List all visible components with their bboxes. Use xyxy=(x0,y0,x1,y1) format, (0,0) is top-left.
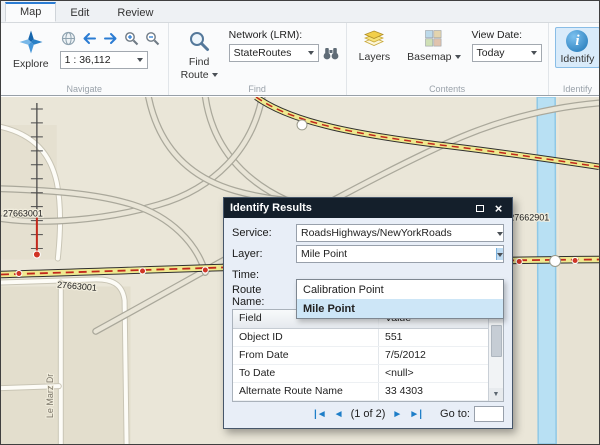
attributes-table: Field Value Object ID 551 From Date 7/5/… xyxy=(232,309,504,402)
table-row[interactable]: Object ID 551 xyxy=(233,329,488,347)
forward-arrow-icon[interactable] xyxy=(102,29,120,47)
identify-icon: i xyxy=(566,30,588,52)
page-indicator: (1 of 2) xyxy=(351,408,386,420)
identify-button[interactable]: i Identify xyxy=(555,27,600,68)
ribbon-group-identify: i Identify Identify xyxy=(549,23,600,95)
network-lrm-value: StateRoutes xyxy=(234,47,292,59)
route-name-label: Route Name: xyxy=(232,284,296,308)
back-arrow-icon[interactable] xyxy=(81,29,99,47)
tab-edit[interactable]: Edit xyxy=(56,3,103,22)
ribbon: Explore xyxy=(1,23,599,96)
layers-label: Layers xyxy=(359,51,391,63)
group-label-identify: Identify xyxy=(549,84,600,94)
find-route-button[interactable]: Find Route xyxy=(175,27,224,84)
application-window: Map Edit Review Explore xyxy=(0,0,600,445)
ribbon-group-navigate: Explore xyxy=(1,23,169,95)
explore-label: Explore xyxy=(13,58,49,70)
route-label-right: 27662901 xyxy=(509,213,549,223)
dialog-titlebar[interactable]: Identify Results × xyxy=(224,198,512,218)
view-date-label: View Date: xyxy=(472,29,542,41)
service-combo[interactable]: RoadsHighways/NewYorkRoads xyxy=(296,224,504,242)
route-label-left-edge: 27663001 xyxy=(3,209,43,219)
group-label-find: Find xyxy=(169,84,346,94)
find-route-label-2: Route xyxy=(181,69,209,81)
last-page-button[interactable]: ►| xyxy=(409,409,422,420)
pagination-bar: |◄ ◄ (1 of 2) ► ►| Go to: xyxy=(224,402,512,426)
table-row[interactable]: To Date <null> xyxy=(233,365,488,383)
explore-button[interactable]: Explore xyxy=(7,27,55,73)
dropdown-option-calibration-point[interactable]: Calibration Point xyxy=(297,280,503,299)
basemap-icon xyxy=(425,30,442,50)
globe-icon[interactable] xyxy=(60,29,78,47)
network-lrm-combo[interactable]: StateRoutes xyxy=(229,44,319,62)
basemap-label: Basemap xyxy=(407,51,451,63)
ribbon-group-find: Find Route Network (LRM): StateRoutes xyxy=(169,23,347,95)
previous-page-button[interactable]: ◄ xyxy=(334,409,344,420)
layers-icon xyxy=(364,30,384,50)
maximize-button[interactable] xyxy=(472,201,487,216)
explore-compass-icon xyxy=(19,30,43,57)
layers-button[interactable]: Layers xyxy=(353,27,397,66)
layer-value: Mile Point xyxy=(301,248,347,260)
network-lrm-label: Network (LRM): xyxy=(229,29,340,41)
find-route-label-1: Find xyxy=(189,56,209,68)
dialog-title: Identify Results xyxy=(230,202,312,214)
find-route-magnifier-icon xyxy=(188,30,210,55)
time-label: Time: xyxy=(232,269,296,281)
view-date-value: Today xyxy=(477,47,505,59)
tab-map[interactable]: Map xyxy=(5,2,56,22)
service-value: RoadsHighways/NewYorkRoads xyxy=(301,227,452,239)
service-label: Service: xyxy=(232,227,296,239)
scroll-down-icon[interactable]: ▼ xyxy=(489,388,503,401)
layer-combo[interactable]: Mile Point xyxy=(296,245,504,263)
next-page-button[interactable]: ► xyxy=(392,409,402,420)
group-label-navigate: Navigate xyxy=(1,84,168,94)
scale-value: 1 : 36,112 xyxy=(65,54,111,66)
river xyxy=(537,97,556,444)
scrollbar-thumb[interactable] xyxy=(491,325,502,357)
identify-results-dialog: Identify Results × Service: RoadsHighway… xyxy=(223,197,513,429)
layer-dropdown-list: Calibration Point Mile Point xyxy=(296,279,504,319)
basemap-button[interactable]: Basemap xyxy=(401,27,466,66)
identify-label: Identify xyxy=(561,53,595,65)
zoom-in-icon[interactable] xyxy=(123,29,141,47)
layer-label: Layer: xyxy=(232,248,296,260)
table-scrollbar[interactable]: ▲ ▼ xyxy=(488,310,503,401)
close-button[interactable]: × xyxy=(491,201,506,216)
ribbon-tabbar: Map Edit Review xyxy=(1,1,599,23)
tab-review[interactable]: Review xyxy=(103,3,167,22)
scale-combo[interactable]: 1 : 36,112 xyxy=(60,51,148,69)
goto-page-input[interactable] xyxy=(474,406,504,422)
group-label-contents: Contents xyxy=(347,84,548,94)
first-page-button[interactable]: |◄ xyxy=(314,409,327,420)
goto-label: Go to: xyxy=(440,408,470,420)
binoculars-icon[interactable] xyxy=(322,44,340,62)
street-label-le-marz: Le Marz Dr xyxy=(45,374,55,418)
map-viewport[interactable]: 27663001 27663001 27662901 Le Marz Dr Id… xyxy=(1,97,599,444)
view-date-combo[interactable]: Today xyxy=(472,44,542,62)
ribbon-group-contents: Layers Basemap View Date: Today xyxy=(347,23,549,95)
zoom-out-icon[interactable] xyxy=(144,29,162,47)
table-row[interactable]: From Date 7/5/2012 xyxy=(233,347,488,365)
maximize-icon xyxy=(476,205,484,212)
table-row[interactable]: Alternate Route Name 33 4303 xyxy=(233,383,488,401)
dropdown-option-mile-point[interactable]: Mile Point xyxy=(297,299,503,318)
